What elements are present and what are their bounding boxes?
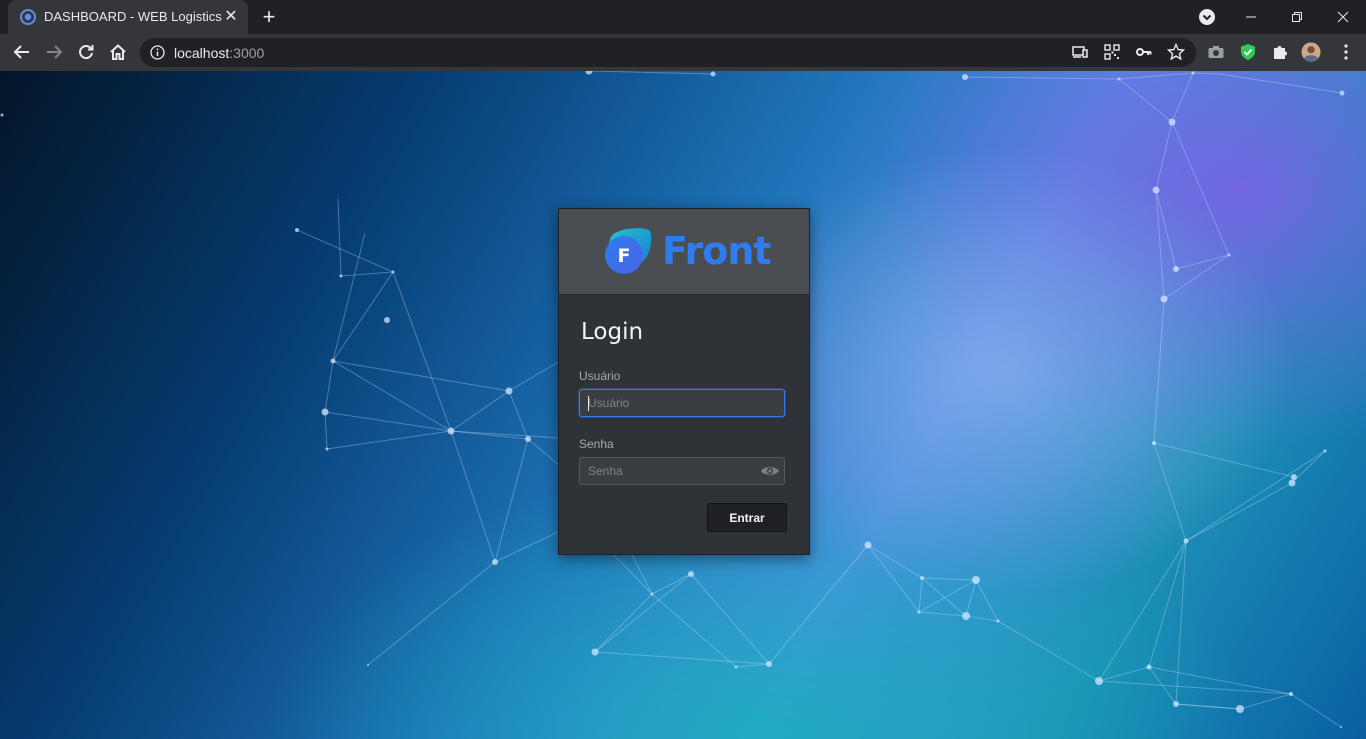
restore-icon bbox=[1292, 12, 1302, 22]
shield-extension[interactable] bbox=[1238, 42, 1258, 62]
cast-icon bbox=[1072, 46, 1088, 58]
address-url: localhost:3000 bbox=[174, 45, 265, 61]
screenshot-extension[interactable] bbox=[1206, 42, 1226, 62]
login-card: F Front Login Usuário Senha Entrar bbox=[558, 208, 810, 555]
svg-text:F: F bbox=[618, 245, 631, 267]
star-icon bbox=[1167, 43, 1185, 61]
back-button[interactable] bbox=[12, 42, 32, 62]
chevron-down-icon[interactable] bbox=[1198, 8, 1216, 26]
password-field-wrapper bbox=[579, 457, 785, 485]
front-logo-icon: F bbox=[605, 228, 652, 274]
passwords-button[interactable] bbox=[1134, 42, 1154, 62]
front-favicon-icon bbox=[20, 9, 36, 25]
address-bar[interactable]: localhost:3000 bbox=[140, 38, 1196, 67]
browser-menu-button[interactable] bbox=[1336, 42, 1356, 62]
text-caret bbox=[588, 396, 589, 411]
login-submit-button[interactable]: Entrar bbox=[707, 503, 787, 532]
eye-icon[interactable] bbox=[760, 463, 780, 479]
qr-code-button[interactable] bbox=[1102, 42, 1122, 62]
browser-tab[interactable]: DASHBOARD - WEB Logistics ✕ bbox=[8, 0, 248, 34]
camera-icon bbox=[1208, 46, 1224, 58]
restore-button[interactable] bbox=[1274, 0, 1320, 34]
arrow-left-icon bbox=[13, 45, 29, 59]
puzzle-icon bbox=[1274, 46, 1287, 59]
close-icon[interactable]: ✕ bbox=[222, 8, 240, 26]
qr-code-icon bbox=[1104, 44, 1120, 60]
minimize-icon bbox=[1246, 16, 1256, 18]
browser-tab-bar: DASHBOARD - WEB Logistics ✕ + bbox=[0, 0, 1366, 34]
password-label: Senha bbox=[579, 437, 614, 451]
card-header: F Front bbox=[559, 209, 809, 295]
cast-button[interactable] bbox=[1070, 42, 1090, 62]
arrow-right-icon bbox=[47, 45, 63, 59]
browser-toolbar: localhost:3000 bbox=[0, 34, 1366, 71]
plus-icon[interactable]: + bbox=[258, 6, 280, 28]
page-title: Login bbox=[581, 319, 644, 345]
avatar[interactable] bbox=[1301, 42, 1321, 62]
profile-avatar-icon bbox=[1301, 42, 1321, 62]
bookmark-button[interactable] bbox=[1166, 42, 1186, 62]
username-input[interactable] bbox=[580, 390, 784, 416]
reload-icon bbox=[79, 45, 94, 60]
home-button[interactable] bbox=[108, 42, 128, 62]
username-label: Usuário bbox=[579, 369, 621, 383]
tab-title: DASHBOARD - WEB Logistics bbox=[44, 9, 222, 24]
kebab-menu-icon bbox=[1344, 44, 1348, 60]
password-input[interactable] bbox=[580, 458, 784, 484]
page-viewport: F Front Login Usuário Senha Entrar bbox=[0, 71, 1366, 739]
reload-button[interactable] bbox=[76, 42, 96, 62]
forward-button[interactable] bbox=[44, 42, 64, 62]
home-icon bbox=[110, 44, 126, 60]
info-icon[interactable] bbox=[150, 45, 165, 60]
close-icon bbox=[1337, 11, 1349, 23]
window-close-button[interactable] bbox=[1320, 0, 1366, 34]
shield-icon bbox=[1241, 44, 1255, 60]
username-field-wrapper bbox=[579, 389, 785, 417]
key-icon bbox=[1136, 48, 1152, 56]
minimize-button[interactable] bbox=[1228, 0, 1274, 34]
extensions-button[interactable] bbox=[1270, 42, 1290, 62]
brand-logo-text: Front bbox=[662, 229, 772, 273]
